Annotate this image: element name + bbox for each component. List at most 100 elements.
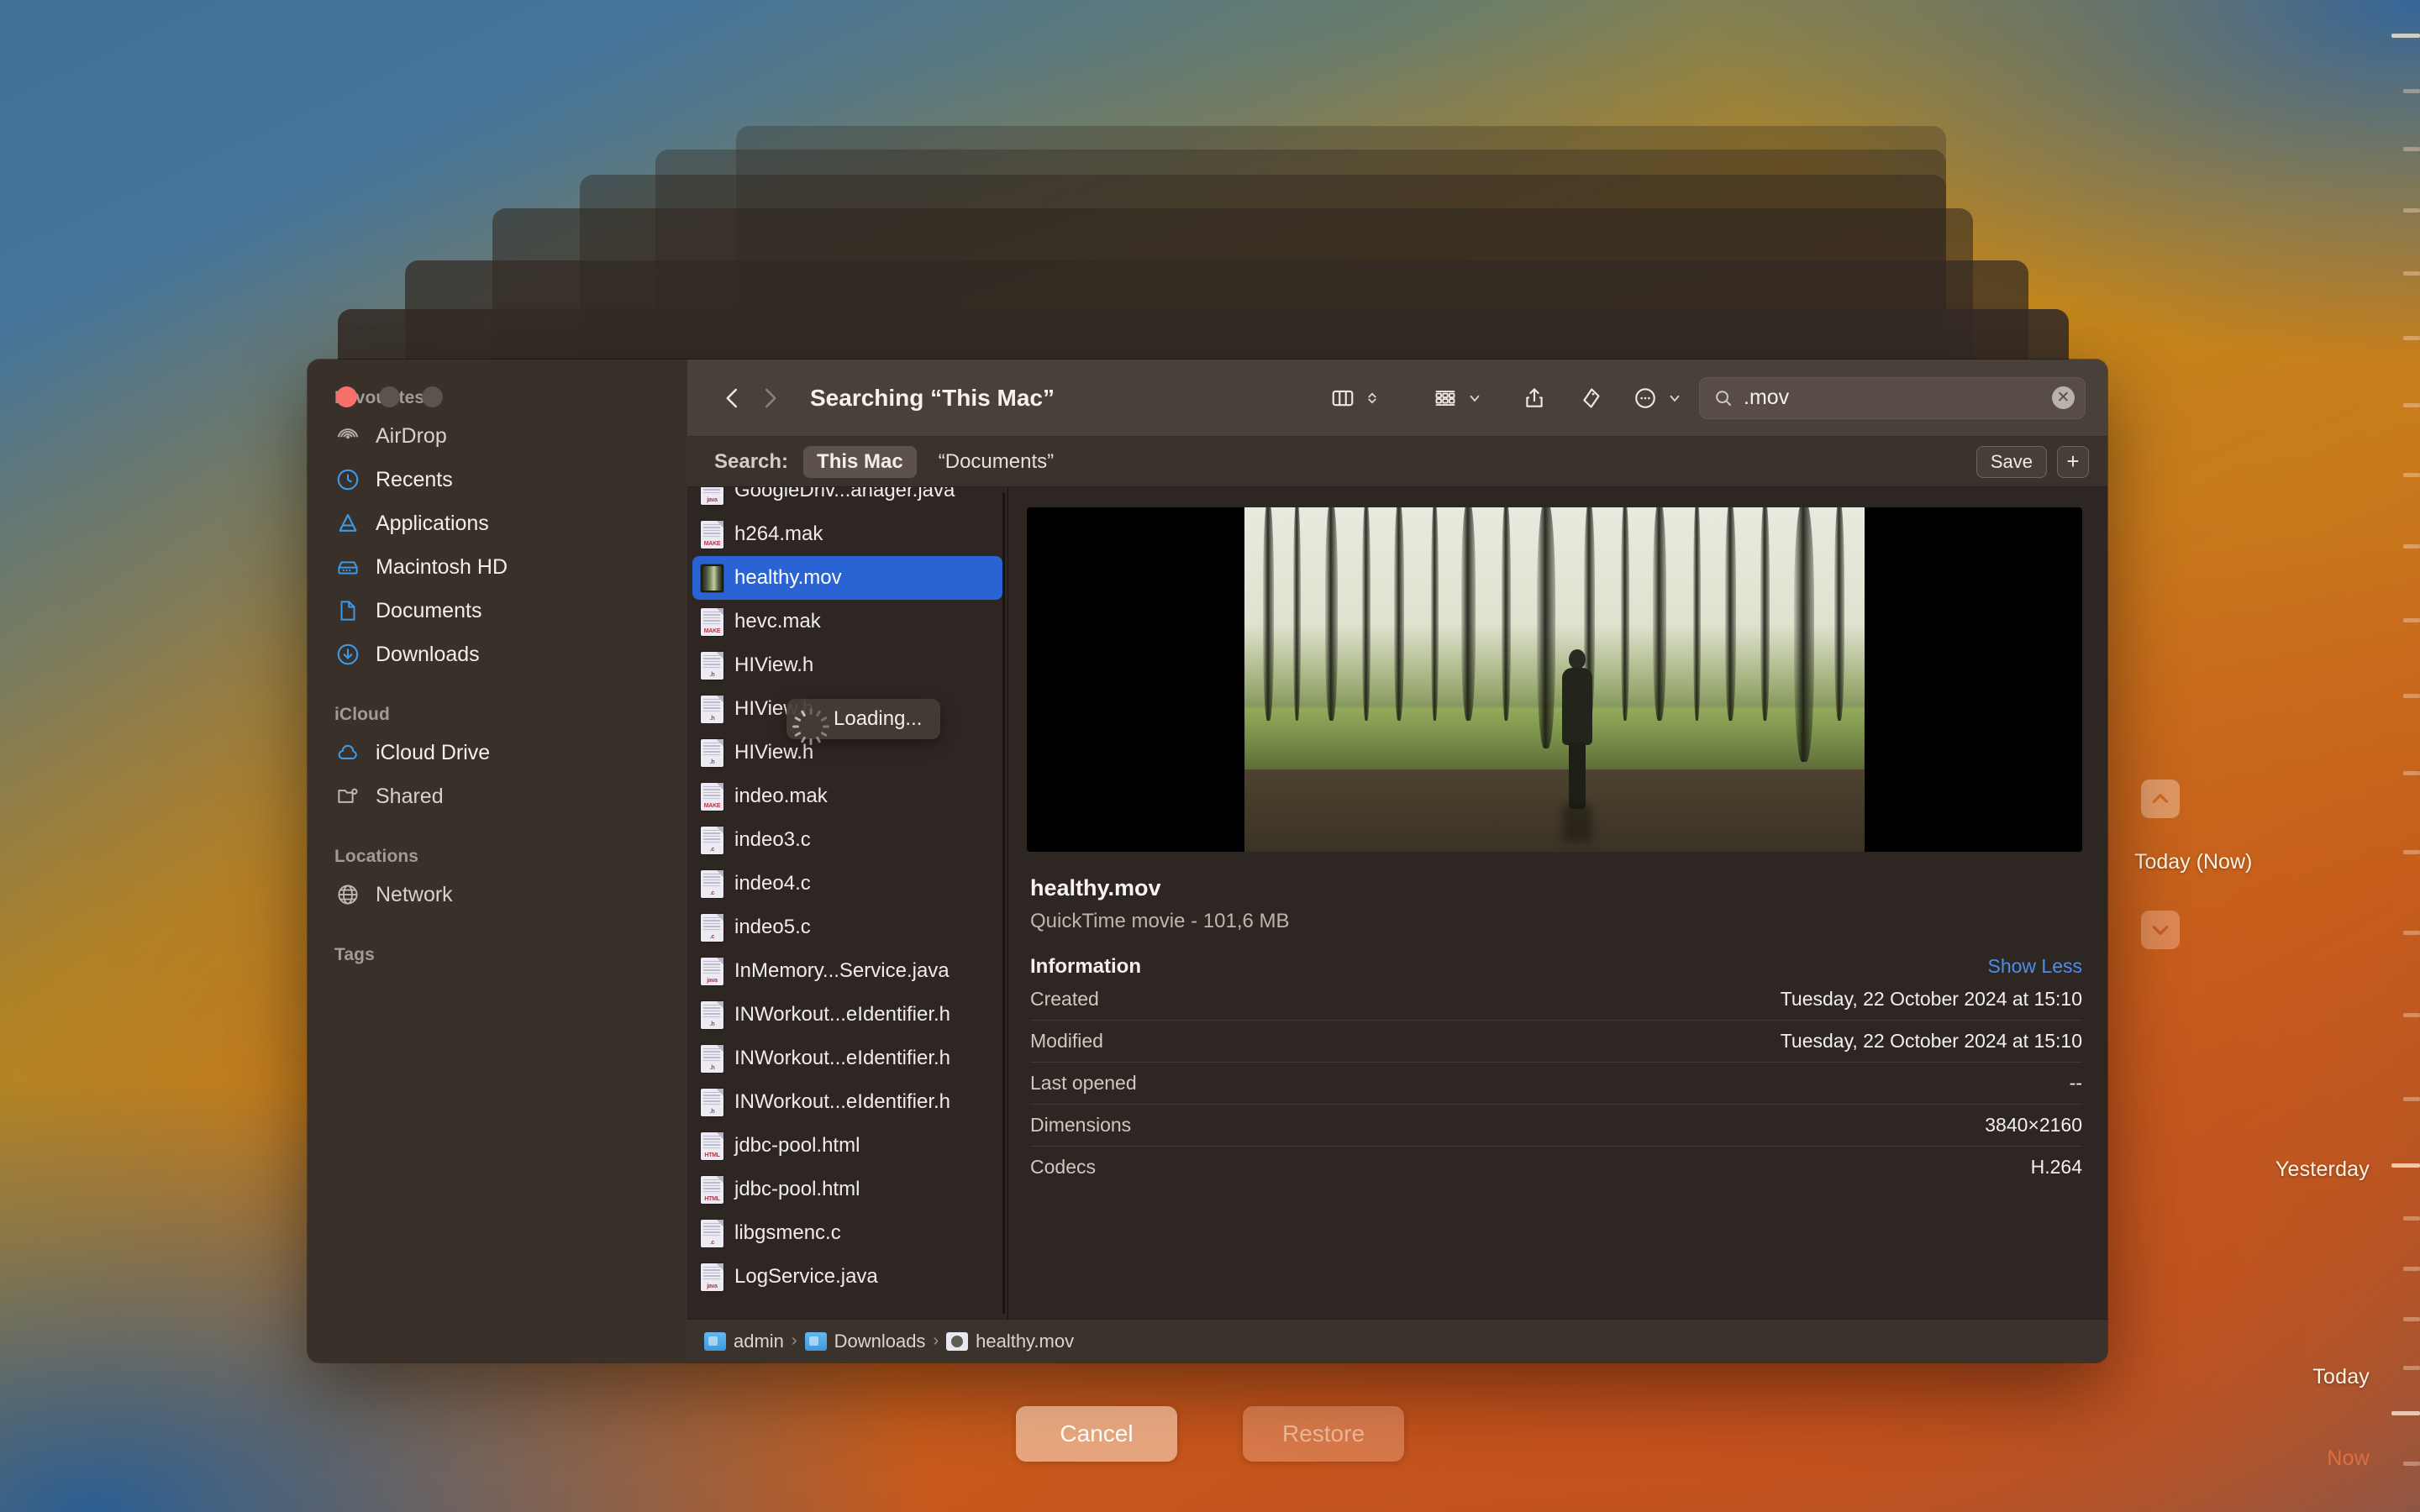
file-name-label: hevc.mak bbox=[734, 610, 821, 633]
sidebar-item-applications[interactable]: Applications bbox=[321, 501, 674, 545]
restore-button[interactable]: Restore bbox=[1243, 1406, 1404, 1462]
timemachine-forward-arrow-button[interactable] bbox=[2141, 911, 2180, 949]
breadcrumb-downloads[interactable]: Downloads bbox=[804, 1330, 926, 1352]
back-button[interactable] bbox=[714, 380, 751, 417]
movie-file-icon bbox=[701, 564, 723, 592]
search-field[interactable]: .mov ✕ bbox=[1699, 376, 2086, 419]
column-view-icon bbox=[1332, 390, 1354, 406]
tag-button[interactable] bbox=[1571, 380, 1608, 417]
more-actions-control[interactable] bbox=[1627, 380, 1682, 417]
chevron-up-icon bbox=[2152, 794, 2169, 803]
chevron-down-icon[interactable] bbox=[1667, 391, 1682, 406]
results-scrollbar[interactable] bbox=[1002, 492, 1005, 1314]
timeline-tick bbox=[2403, 1366, 2420, 1370]
timeline-tick bbox=[2403, 336, 2420, 340]
chevron-left-icon bbox=[726, 388, 737, 407]
document-file-icon: .c bbox=[701, 826, 723, 854]
file-row[interactable]: .c indeo4.c bbox=[692, 862, 1002, 906]
show-less-link[interactable]: Show Less bbox=[1987, 955, 2082, 978]
file-row[interactable]: MAKE hevc.mak bbox=[692, 600, 1002, 643]
file-row[interactable]: java GoogleDriv...anager.java bbox=[692, 487, 1002, 512]
file-row[interactable]: .c libgsmenc.c bbox=[692, 1211, 1002, 1255]
view-mode-control[interactable] bbox=[1324, 380, 1380, 417]
add-search-criterion-button[interactable]: + bbox=[2057, 445, 2089, 478]
file-row[interactable]: MAKE h264.mak bbox=[692, 512, 1002, 556]
sort-updown-icon[interactable] bbox=[1365, 391, 1380, 406]
close-button[interactable] bbox=[336, 386, 357, 407]
timeline-tick bbox=[2403, 931, 2420, 935]
sidebar-item-airdrop[interactable]: AirDrop bbox=[321, 414, 674, 458]
column-view-button[interactable] bbox=[1324, 380, 1361, 417]
file-row[interactable]: java LogService.java bbox=[692, 1255, 1002, 1299]
document-file-icon: .c bbox=[701, 869, 723, 898]
minimize-button[interactable] bbox=[379, 386, 400, 407]
file-row[interactable]: HTML jdbc-pool.html bbox=[692, 1124, 1002, 1168]
timemachine-back-arrow-button[interactable] bbox=[2141, 780, 2180, 818]
video-thumbnail-forest-path-walker bbox=[1244, 507, 1865, 852]
group-by-control[interactable] bbox=[1427, 380, 1482, 417]
info-key: Codecs bbox=[1030, 1156, 1096, 1178]
timemachine-action-bar: Cancel Restore bbox=[0, 1406, 2420, 1462]
share-button[interactable] bbox=[1516, 380, 1553, 417]
breadcrumb-separator: › bbox=[933, 1331, 939, 1350]
sidebar-item-network[interactable]: Network bbox=[321, 873, 674, 916]
timeline-tick bbox=[2403, 544, 2420, 549]
sidebar-item-label: Recents bbox=[376, 467, 453, 491]
timeline-label-today[interactable]: Today bbox=[2312, 1365, 2370, 1389]
search-results-list[interactable]: java GoogleDriv...anager.java MAKE h264.mak… bbox=[687, 487, 1008, 1319]
sidebar-item-recents[interactable]: Recents bbox=[321, 458, 674, 501]
search-icon bbox=[1716, 390, 1731, 406]
timeline-label-yesterday[interactable]: Yesterday bbox=[2275, 1158, 2370, 1182]
breadcrumb-label: Downloads bbox=[834, 1330, 926, 1352]
sidebar-item-macintosh-hd[interactable]: Macintosh HD bbox=[321, 545, 674, 589]
forward-button[interactable] bbox=[751, 380, 788, 417]
breadcrumb-admin[interactable]: admin bbox=[704, 1331, 784, 1352]
file-row[interactable]: MAKE indeo.mak bbox=[692, 774, 1002, 818]
document-file-icon: java bbox=[701, 1263, 723, 1291]
globe-icon bbox=[334, 881, 361, 908]
window-traffic-lights[interactable] bbox=[336, 386, 443, 407]
breadcrumb-file[interactable]: healthy.mov bbox=[946, 1331, 1074, 1352]
more-button[interactable] bbox=[1627, 380, 1664, 417]
timemachine-timeline[interactable]: Yesterday Today Now bbox=[2168, 0, 2420, 1512]
file-row-selected[interactable]: healthy.mov bbox=[692, 556, 1002, 600]
sidebar-item-downloads[interactable]: Downloads bbox=[321, 633, 674, 676]
preview-media[interactable] bbox=[1027, 507, 2082, 852]
finder-content: java GoogleDriv...anager.java MAKE h264.mak… bbox=[687, 487, 2107, 1319]
file-name-label: InMemory...Service.java bbox=[734, 959, 950, 982]
file-row[interactable]: .h HIView.h bbox=[692, 643, 1002, 687]
folder-downloads-icon bbox=[804, 1331, 827, 1351]
file-row[interactable]: .h INWorkout...eIdentifier.h bbox=[692, 993, 1002, 1037]
chevron-right-icon bbox=[765, 388, 776, 407]
sidebar-item-label: Shared bbox=[376, 784, 444, 808]
cancel-button[interactable]: Cancel bbox=[1016, 1406, 1177, 1462]
group-view-button[interactable] bbox=[1427, 380, 1464, 417]
file-row[interactable]: .h INWorkout...eIdentifier.h bbox=[692, 1037, 1002, 1080]
group-view-icon bbox=[1435, 390, 1455, 406]
folder-home-icon bbox=[704, 1331, 726, 1351]
file-row[interactable]: HTML jdbc-pool.html bbox=[692, 1168, 1002, 1211]
chevron-down-icon[interactable] bbox=[1467, 391, 1482, 406]
document-file-icon: java bbox=[701, 957, 723, 985]
search-input[interactable]: .mov bbox=[1744, 386, 2042, 410]
file-row[interactable]: .c indeo3.c bbox=[692, 818, 1002, 862]
document-file-icon: MAKE bbox=[701, 782, 723, 811]
search-scope-bar: Search: This Mac “Documents” Save + bbox=[687, 437, 2107, 487]
scope-chip-this-mac[interactable]: This Mac bbox=[803, 445, 917, 478]
timeline-tick bbox=[2403, 473, 2420, 477]
clear-circle-icon[interactable]: ✕ bbox=[2052, 386, 2075, 409]
save-search-button[interactable]: Save bbox=[1975, 445, 2047, 478]
search-results-scroll: java GoogleDriv...anager.java MAKE h264.mak… bbox=[687, 487, 1007, 1299]
sidebar-item-shared[interactable]: Shared bbox=[321, 774, 674, 818]
info-row-modified: Modified Tuesday, 22 October 2024 at 15:… bbox=[1030, 1021, 2082, 1063]
file-row[interactable]: .c indeo5.c bbox=[692, 906, 1002, 949]
zoom-button[interactable] bbox=[422, 386, 443, 407]
document-file-icon: .c bbox=[701, 1219, 723, 1247]
sidebar-item-icloud-drive[interactable]: iCloud Drive bbox=[321, 731, 674, 774]
scope-chip-documents[interactable]: “Documents” bbox=[925, 446, 1067, 478]
file-row[interactable]: .h INWorkout...eIdentifier.h bbox=[692, 1080, 1002, 1124]
file-row[interactable]: java InMemory...Service.java bbox=[692, 949, 1002, 993]
thumb-grass bbox=[1244, 706, 1865, 776]
sidebar-item-documents[interactable]: Documents bbox=[321, 589, 674, 633]
file-name-label: INWorkout...eIdentifier.h bbox=[734, 1090, 951, 1113]
